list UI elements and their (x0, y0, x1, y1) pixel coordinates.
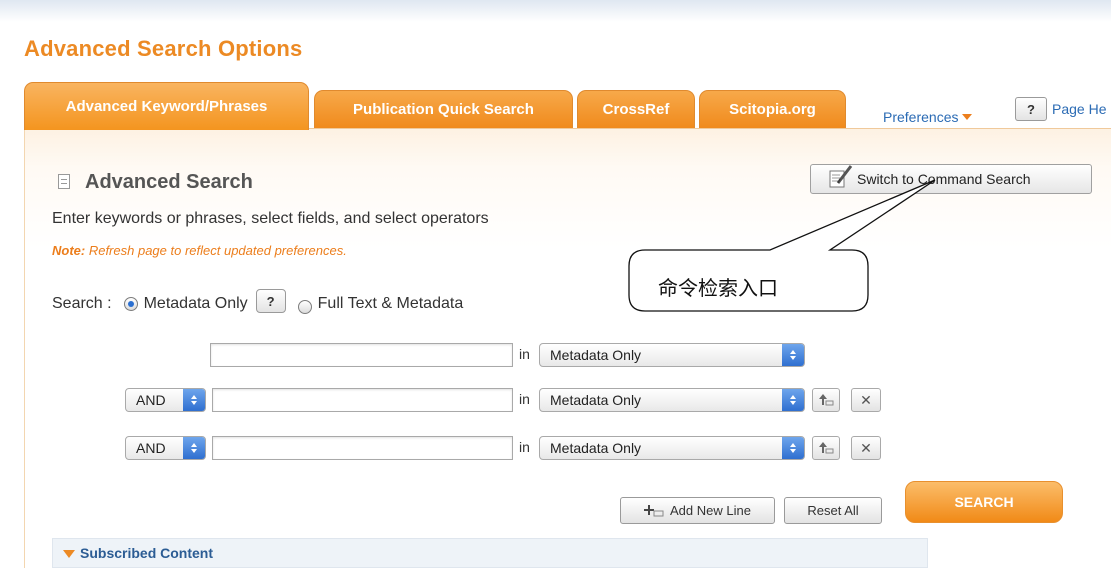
tab-label: Publication Quick Search (353, 101, 534, 118)
add-new-line-button[interactable]: Add New Line (620, 497, 775, 524)
select-arrows-icon (782, 389, 804, 411)
in-label-1: in (519, 346, 530, 362)
field-select-1[interactable]: Metadata Only (539, 343, 805, 367)
select-arrows-icon (183, 389, 205, 411)
move-up-button-3[interactable] (812, 436, 840, 460)
radio-metadata-only[interactable] (123, 297, 138, 311)
instructions-text: Enter keywords or phrases, select fields… (52, 210, 489, 227)
page-help-link[interactable]: Page He (1052, 101, 1106, 117)
search-button[interactable]: SEARCH (905, 481, 1063, 523)
subscribed-content-toggle[interactable]: Subscribed Content (52, 538, 928, 568)
field-select-value: Metadata Only (550, 347, 642, 363)
query-input-3[interactable] (212, 436, 513, 460)
switch-button-label: Switch to Command Search (857, 171, 1031, 187)
operator-select-2[interactable]: AND (125, 388, 206, 412)
in-label-2: in (519, 391, 530, 407)
remove-line-button-3[interactable]: ✕ (851, 436, 881, 460)
triangle-down-icon (63, 550, 75, 558)
tab-advanced-keyword[interactable]: Advanced Keyword/Phrases (24, 82, 309, 130)
move-up-button-2[interactable] (812, 388, 840, 412)
operator-select-value: AND (136, 392, 166, 408)
operator-select-value: AND (136, 440, 166, 456)
tab-label: CrossRef (602, 101, 670, 118)
browser-top-gradient (0, 0, 1111, 22)
tab-label: Scitopia.org (729, 101, 816, 118)
field-select-2[interactable]: Metadata Only (539, 388, 805, 412)
radio-full-text-metadata[interactable] (297, 300, 312, 314)
tab-label: Advanced Keyword/Phrases (65, 98, 268, 115)
select-arrows-icon (782, 437, 804, 459)
callout-text: 命令检索入口 (658, 276, 778, 300)
field-select-value: Metadata Only (550, 440, 642, 456)
section-title: Advanced Search (85, 171, 253, 193)
edit-pencil-icon (829, 165, 853, 188)
select-arrows-icon (782, 344, 804, 366)
preferences-menu[interactable]: Preferences (883, 109, 973, 125)
radio-metadata-only-label: Metadata Only (143, 295, 248, 312)
preferences-label: Preferences (883, 109, 959, 125)
page-title: Advanced Search Options (24, 36, 303, 61)
close-icon: ✕ (860, 391, 872, 408)
subscribed-content-label: Subscribed Content (80, 545, 214, 561)
tab-scitopia[interactable]: Scitopia.org (699, 90, 846, 128)
scope-help-button[interactable]: ? (255, 289, 286, 313)
in-label-3: in (519, 439, 530, 455)
reset-all-button[interactable]: Reset All (784, 497, 882, 524)
page-help-button[interactable]: ? (1015, 97, 1047, 121)
tab-publication-quick-search[interactable]: Publication Quick Search (314, 90, 573, 128)
add-line-icon (644, 504, 664, 516)
move-up-icon (819, 394, 834, 406)
move-up-icon (819, 442, 834, 454)
query-input-1[interactable] (210, 343, 513, 367)
add-new-line-label: Add New Line (670, 503, 751, 518)
document-icon (58, 174, 70, 189)
caret-down-icon (962, 114, 973, 120)
tab-crossref[interactable]: CrossRef (577, 90, 695, 128)
switch-to-command-search-button[interactable]: Switch to Command Search (810, 164, 1092, 194)
remove-line-button-2[interactable]: ✕ (851, 388, 881, 412)
search-scope-label: Search : (52, 295, 112, 312)
radio-full-text-label: Full Text & Metadata (317, 295, 464, 312)
note-label: Note: (52, 243, 86, 258)
preferences-note: Note: Refresh page to reflect updated pr… (52, 243, 347, 258)
operator-select-3[interactable]: AND (125, 436, 206, 460)
search-scope-row: Search : Metadata Only ? Full Text & Met… (52, 289, 464, 314)
note-text: Refresh page to reflect updated preferen… (85, 243, 347, 258)
query-input-2[interactable] (212, 388, 513, 412)
close-icon: ✕ (860, 439, 872, 456)
field-select-value: Metadata Only (550, 392, 642, 408)
select-arrows-icon (183, 437, 205, 459)
field-select-3[interactable]: Metadata Only (539, 436, 805, 460)
